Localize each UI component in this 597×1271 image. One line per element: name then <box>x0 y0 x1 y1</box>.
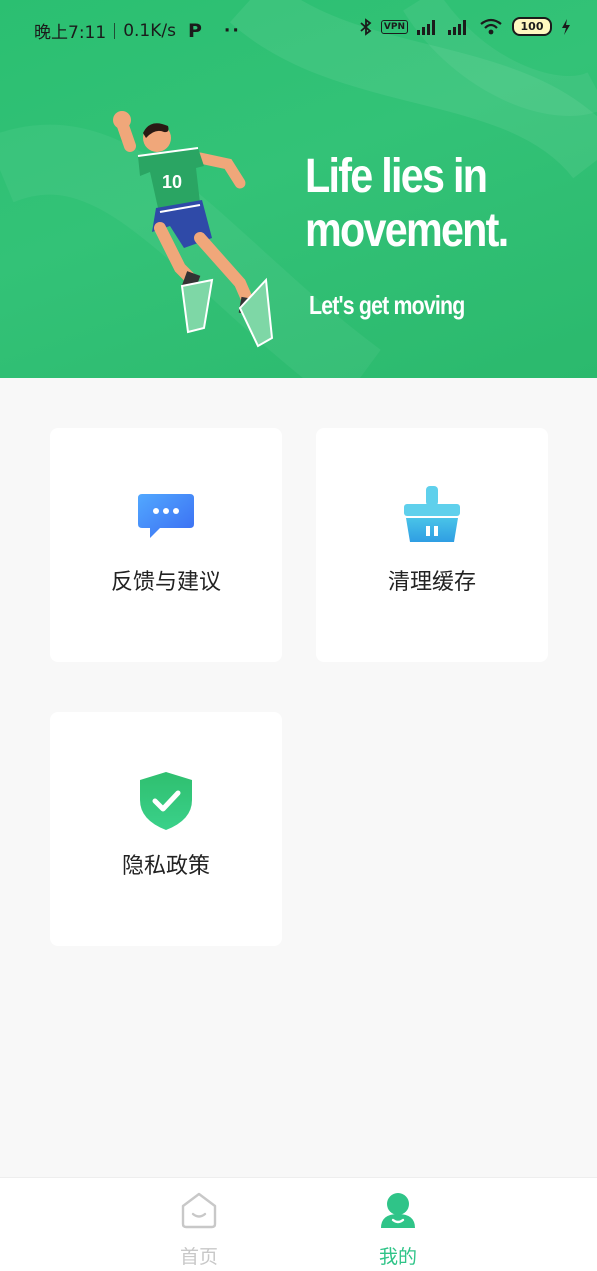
broom-icon <box>404 486 460 542</box>
runner-illustration: 10 <box>113 111 274 348</box>
feedback-card[interactable]: 反馈与建议 <box>50 428 282 662</box>
signal-icon-2 <box>448 19 466 35</box>
clear-cache-label: 清理缓存 <box>387 570 476 595</box>
chat-bubble-icon <box>138 494 194 538</box>
charging-icon <box>562 18 570 35</box>
status-bar-right: VPN 100 <box>360 17 571 36</box>
status-p-icon: P <box>187 19 202 42</box>
clear-cache-card[interactable]: 清理缓存 <box>316 428 548 662</box>
hero-title: Life lies in movement. <box>305 150 529 258</box>
status-more-dots: ·· <box>223 20 241 41</box>
battery-indicator: 100 <box>512 17 552 36</box>
wifi-icon <box>480 18 502 34</box>
status-bar-left: 晚上7:11 0.1K/s P ·· <box>34 18 241 44</box>
signal-icon <box>417 19 435 35</box>
privacy-policy-card[interactable]: 隐私政策 <box>50 712 282 946</box>
status-separator <box>114 22 116 39</box>
vpn-badge: VPN <box>380 19 408 34</box>
bluetooth-icon <box>360 17 372 36</box>
status-net-speed: 0.1K/s <box>123 20 176 41</box>
status-bar: 晚上7:11 0.1K/s P ·· VPN 100 <box>0 0 597 58</box>
privacy-policy-label: 隐私政策 <box>121 854 210 879</box>
status-time: 晚上7:11 <box>34 23 107 43</box>
home-icon <box>181 1192 217 1229</box>
nav-tab-home[interactable]: 首页 <box>139 1178 259 1271</box>
nav-mine-label: 我的 <box>378 1246 417 1268</box>
user-profile-icon <box>381 1193 415 1228</box>
jersey-number: 10 <box>162 172 182 192</box>
nav-home-label: 首页 <box>179 1246 218 1268</box>
hero-subtitle: Let's get moving <box>309 290 465 320</box>
bottom-navigation: 首页 我的 <box>0 1177 597 1271</box>
hero-title-line2: movement. <box>305 204 509 257</box>
nav-tab-mine[interactable]: 我的 <box>338 1178 458 1271</box>
feedback-label: 反馈与建议 <box>110 570 221 595</box>
shield-check-icon <box>140 772 192 830</box>
hero-title-line1: Life lies in <box>305 150 488 203</box>
